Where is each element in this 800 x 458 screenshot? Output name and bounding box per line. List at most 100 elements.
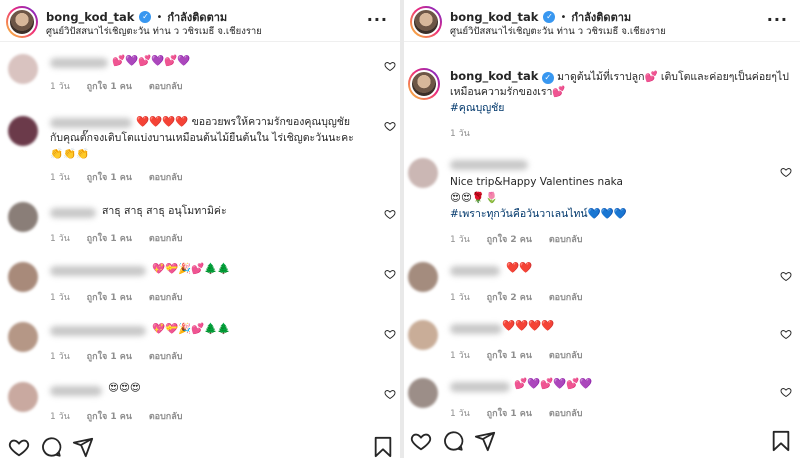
profile-avatar[interactable] [6, 6, 38, 38]
comment-like-icon[interactable] [780, 166, 792, 178]
comment-like-icon[interactable] [384, 328, 396, 340]
comment-time: 1 วัน [50, 412, 70, 422]
reply-button[interactable]: ตอบกลับ [549, 293, 583, 303]
commenter-name-blurred[interactable] [50, 118, 132, 128]
caption-time: 1 วัน [450, 129, 470, 139]
comment-text: 💕💜💕💜💕💜 [112, 55, 191, 67]
username[interactable]: bong_kod_tak [450, 10, 538, 24]
commenter-avatar[interactable] [8, 202, 38, 232]
comment-item: ❤️❤️ 1 วัน ถูกใจ 2 คน ตอบกลับ [404, 256, 800, 306]
comment-item: 💕💜💕💜💕💜 1 วัน ถูกใจ 1 คน ตอบกลับ [0, 48, 400, 102]
post-caption: bong_kod_tak ✓ มาดูต้นไม้ที่เราปลูก💕 เติ… [404, 66, 800, 142]
reply-button[interactable]: ตอบกลับ [149, 352, 183, 362]
commenter-avatar[interactable] [8, 322, 38, 352]
comment-like-icon[interactable] [384, 120, 396, 132]
caption-avatar[interactable] [408, 68, 440, 100]
comment-like-icon[interactable] [384, 388, 396, 400]
commenter-name-blurred[interactable] [450, 266, 500, 276]
comment-like-icon[interactable] [384, 268, 396, 280]
comment-like-icon[interactable] [384, 60, 396, 72]
comment-text: 😍😍😍 [108, 382, 141, 394]
comment-time: 1 วัน [50, 352, 70, 362]
more-options-icon[interactable]: ··· [767, 10, 788, 29]
comment-likes[interactable]: ถูกใจ 1 คน [87, 173, 132, 183]
comment-text: ❤️❤️❤️❤️ [502, 320, 555, 332]
comment-like-icon[interactable] [384, 208, 396, 220]
commenter-avatar[interactable] [8, 116, 38, 146]
reply-button[interactable]: ตอบกลับ [149, 412, 183, 422]
commenter-avatar[interactable] [8, 262, 38, 292]
comment-item: 💖💝🎉💕🌲🌲 1 วัน ถูกใจ 1 คน ตอบกลับ [0, 316, 400, 370]
reply-button[interactable]: ตอบกลับ [149, 173, 183, 183]
comment-item: Nice trip&Happy Valentines naka 😍😍🌹🌷 #เพ… [404, 152, 800, 246]
comment-likes[interactable]: ถูกใจ 1 คน [487, 409, 532, 419]
commenter-name-blurred[interactable] [450, 324, 502, 334]
comment-icon[interactable] [40, 436, 62, 458]
profile-avatar[interactable] [410, 6, 442, 38]
reply-button[interactable]: ตอบกลับ [549, 351, 583, 361]
comment-likes[interactable]: ถูกใจ 1 คน [87, 412, 132, 422]
reply-button[interactable]: ตอบกลับ [549, 409, 583, 419]
verified-icon: ✓ [541, 72, 554, 84]
comment-likes[interactable]: ถูกใจ 1 คน [87, 234, 132, 244]
comment-item: 💖💝🎉💕🌲🌲 1 วัน ถูกใจ 1 คน ตอบกลับ [0, 256, 400, 310]
commenter-avatar[interactable] [408, 262, 438, 292]
commenter-name-blurred[interactable] [50, 208, 96, 218]
share-icon[interactable] [72, 436, 94, 458]
comment-like-icon[interactable] [780, 270, 792, 282]
bookmark-icon[interactable] [770, 430, 792, 452]
heart-icon[interactable] [8, 436, 30, 458]
commenter-name-blurred[interactable] [50, 266, 146, 276]
comment-like-icon[interactable] [780, 386, 792, 398]
commenter-name-blurred[interactable] [50, 326, 146, 336]
location-link[interactable]: ศูนย์วิปัสสนาไร่เชิญตะวัน ท่าน ว วชิรเมธ… [46, 24, 262, 39]
separator: • [156, 11, 163, 23]
post-action-bar [0, 432, 400, 458]
caption-text-line2: เหมือนความรักของเรา💕 [450, 86, 566, 98]
comment-time: 1 วัน [450, 409, 470, 419]
comment-likes[interactable]: ถูกใจ 1 คน [87, 352, 132, 362]
comment-likes[interactable]: ถูกใจ 1 คน [87, 293, 132, 303]
bookmark-icon[interactable] [372, 436, 394, 458]
username[interactable]: bong_kod_tak [46, 10, 134, 24]
comment-time: 1 วัน [50, 82, 70, 92]
reply-button[interactable]: ตอบกลับ [149, 82, 183, 92]
share-icon[interactable] [474, 430, 496, 452]
comment-likes[interactable]: ถูกใจ 1 คน [87, 82, 132, 92]
comment-text: สาธุ สาธุ สาธุ อนุโมทามิค่ะ [102, 205, 227, 217]
comment-likes[interactable]: ถูกใจ 2 คน [487, 293, 532, 303]
comment-likes[interactable]: ถูกใจ 1 คน [487, 351, 532, 361]
commenter-avatar[interactable] [408, 158, 438, 188]
caption-username[interactable]: bong_kod_tak [450, 69, 538, 83]
comment-item: สาธุ สาธุ สาธุ อนุโมทามิค่ะ 1 วัน ถูกใจ … [0, 196, 400, 250]
comment-time: 1 วัน [50, 293, 70, 303]
commenter-name-blurred[interactable] [50, 58, 108, 68]
comment-likes[interactable]: ถูกใจ 2 คน [487, 235, 532, 245]
comment-time: 1 วัน [50, 173, 70, 183]
heart-icon[interactable] [410, 430, 432, 452]
commenter-avatar[interactable] [408, 320, 438, 350]
commenter-avatar[interactable] [8, 54, 38, 84]
comment-item: ❤️❤️❤️❤️ ขออวยพรให้ความรักของคุณบุญชัย ก… [0, 110, 400, 188]
commenter-name-blurred[interactable] [450, 382, 510, 392]
more-options-icon[interactable]: ··· [367, 10, 388, 29]
reply-button[interactable]: ตอบกลับ [149, 234, 183, 244]
reply-button[interactable]: ตอบกลับ [549, 235, 583, 245]
comment-hashtag[interactable]: #เพราะทุกวันคือวันวาเลนไทน์💙💙💙 [450, 206, 627, 222]
location-link[interactable]: ศูนย์วิปัสสนาไร่เชิญตะวัน ท่าน ว วชิรเมธ… [450, 24, 666, 39]
caption-hashtag[interactable]: #คุณบุญชัย [450, 100, 504, 116]
comment-like-icon[interactable] [780, 328, 792, 340]
comment-text: Nice trip&Happy Valentines naka [450, 176, 623, 188]
comment-text: 💖💝🎉💕🌲🌲 [152, 323, 231, 335]
post-header: bong_kod_tak ✓ • กำลังติดตาม ศูนย์วิปัสส… [404, 0, 800, 42]
commenter-name-blurred[interactable] [50, 386, 102, 396]
reply-button[interactable]: ตอบกลับ [149, 293, 183, 303]
commenter-avatar[interactable] [408, 378, 438, 408]
commenter-name-blurred[interactable] [450, 160, 528, 170]
commenter-avatar[interactable] [8, 382, 38, 412]
verified-icon: ✓ [543, 11, 556, 23]
comment-icon[interactable] [442, 430, 464, 452]
comment-item: ❤️❤️❤️❤️ 1 วัน ถูกใจ 1 คน ตอบกลับ [404, 314, 800, 366]
comment-item: 💕💜💕💜💕💜 1 วัน ถูกใจ 1 คน ตอบกลับ [404, 372, 800, 424]
comment-time: 1 วัน [450, 235, 470, 245]
